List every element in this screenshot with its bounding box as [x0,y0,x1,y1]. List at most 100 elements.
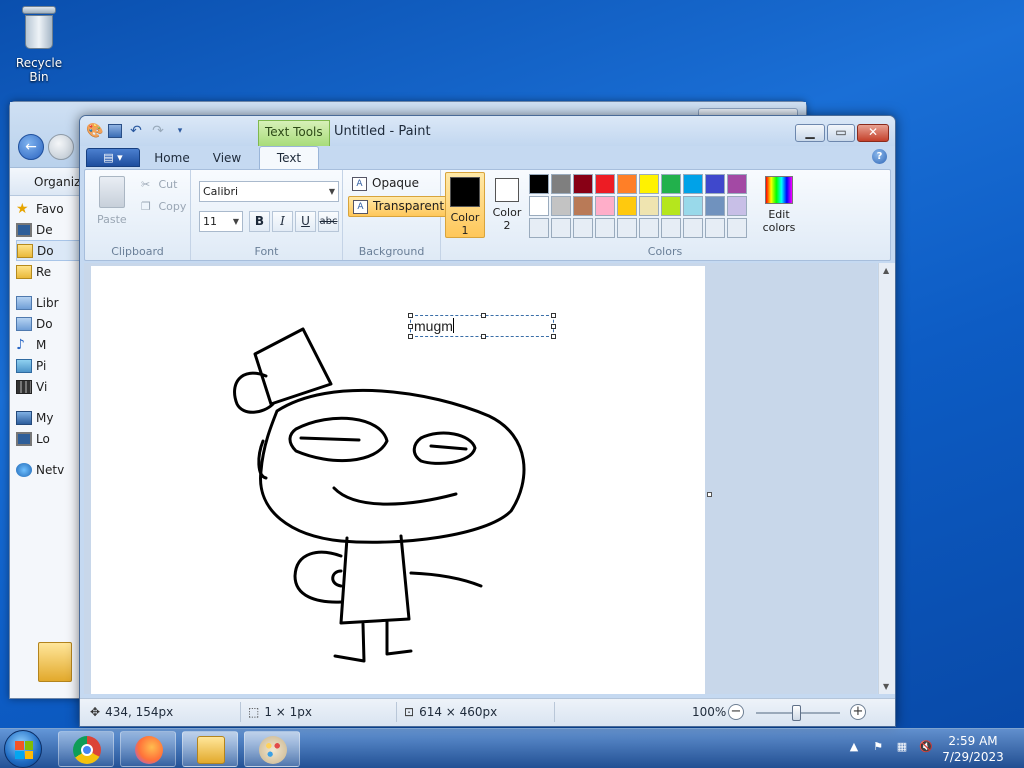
resize-handle-e[interactable] [551,324,556,329]
nav-item-recent[interactable]: Re [16,261,80,282]
network-status-icon[interactable]: ▦ [894,739,910,755]
nav-item-libraries[interactable]: Libr [16,292,80,313]
palette-color-swatch[interactable] [529,174,549,194]
show-hidden-icons-chevron-icon[interactable]: ▲ [846,739,862,755]
paste-button[interactable]: Paste [97,213,127,226]
resize-handle-sw[interactable] [408,334,413,339]
customize-toolbar-chevron-icon[interactable]: ▾ [172,123,188,139]
color1-button[interactable]: Color 1 [445,172,485,238]
recycle-bin-desktop-icon[interactable]: Recycle Bin [6,6,72,84]
palette-color-swatch[interactable] [705,174,725,194]
palette-color-swatch[interactable] [573,174,593,194]
palette-color-swatch[interactable] [639,196,659,216]
zoom-in-button[interactable]: + [850,704,866,720]
tab-text[interactable]: Text [259,146,319,170]
palette-color-swatch[interactable] [661,174,681,194]
help-icon[interactable]: ? [872,149,887,164]
save-icon[interactable] [108,124,122,138]
scroll-down-arrow-icon[interactable]: ▼ [883,682,889,691]
resize-handle-n[interactable] [481,313,486,318]
nav-item-documents[interactable]: Do [16,313,80,334]
palette-color-swatch[interactable] [727,196,747,216]
italic-button[interactable]: I [272,211,293,232]
palette-color-swatch[interactable] [551,174,571,194]
strikethrough-button[interactable]: abc [318,211,339,232]
palette-color-swatch[interactable] [573,218,593,238]
paint-menu-button[interactable]: ▤ ▾ [86,148,140,167]
resize-handle-s[interactable] [481,334,486,339]
resize-handle-nw[interactable] [408,313,413,318]
palette-color-swatch[interactable] [639,218,659,238]
taskbar-paint[interactable] [244,731,300,767]
palette-color-swatch[interactable] [683,196,703,216]
palette-color-swatch[interactable] [551,218,571,238]
tab-home[interactable]: Home [148,149,196,169]
palette-color-swatch[interactable] [551,196,571,216]
minimize-button[interactable]: ▁ [795,124,825,142]
palette-color-swatch[interactable] [705,218,725,238]
palette-color-swatch[interactable] [617,196,637,216]
palette-color-swatch[interactable] [529,218,549,238]
tab-view[interactable]: View [204,149,250,169]
taskbar-chrome[interactable] [58,731,114,767]
copy-button[interactable]: ❐ Copy [141,198,186,216]
palette-color-swatch[interactable] [617,218,637,238]
bold-button[interactable]: B [249,211,270,232]
opaque-option[interactable]: A Opaque [348,174,423,195]
palette-color-swatch[interactable] [617,174,637,194]
palette-color-swatch[interactable] [727,218,747,238]
color2-button[interactable]: Color 2 [487,172,527,238]
palette-color-swatch[interactable] [661,218,681,238]
palette-color-swatch[interactable] [595,218,615,238]
forward-arrow-icon[interactable] [48,134,74,160]
resize-handle-ne[interactable] [551,313,556,318]
paste-clipboard-icon[interactable] [99,176,125,208]
close-button[interactable]: ✕ [857,124,889,142]
transparent-option[interactable]: A Transparent [348,196,450,217]
edit-colors-button[interactable]: Edit colors [759,174,799,234]
font-size-dropdown[interactable]: 11 ▼ [199,211,243,232]
palette-color-swatch[interactable] [595,174,615,194]
redo-icon[interactable]: ↷ [150,123,166,139]
resize-handle-se[interactable] [551,334,556,339]
taskbar-explorer[interactable] [182,731,238,767]
action-center-flag-icon[interactable]: ⚑ [870,739,886,755]
nav-item-music[interactable]: ♪ M [16,334,80,355]
vertical-scrollbar[interactable]: ▲ ▼ [878,263,895,694]
palette-color-swatch[interactable] [705,196,725,216]
paint-app-icon[interactable]: 🎨 [86,123,103,139]
undo-icon[interactable]: ↶ [128,123,144,139]
palette-color-swatch[interactable] [529,196,549,216]
start-button[interactable] [4,730,42,768]
font-family-dropdown[interactable]: Calibri ▼ [199,181,339,202]
cut-button[interactable]: ✂ Cut [141,176,177,194]
palette-color-swatch[interactable] [683,218,703,238]
drawing-canvas[interactable]: mugm [91,266,705,694]
zoom-slider-thumb[interactable] [792,705,801,721]
text-input-box[interactable]: mugm [408,313,556,339]
back-arrow-icon[interactable]: ← [18,134,44,160]
nav-item-network[interactable]: Netv [16,459,80,480]
palette-color-swatch[interactable] [639,174,659,194]
nav-item-local-disk[interactable]: Lo [16,428,80,449]
canvas-resize-handle[interactable] [707,492,712,497]
palette-color-swatch[interactable] [595,196,615,216]
nav-item-pictures[interactable]: Pi [16,355,80,376]
palette-color-swatch[interactable] [683,174,703,194]
nav-item-favorites[interactable]: ★ Favo [16,198,80,219]
maximize-button[interactable]: ▭ [827,124,855,142]
nav-item-downloads[interactable]: Do [16,240,80,261]
palette-color-swatch[interactable] [727,174,747,194]
underline-button[interactable]: U [295,211,316,232]
palette-color-swatch[interactable] [573,196,593,216]
taskbar-firefox[interactable] [120,731,176,767]
nav-item-videos[interactable]: Vi [16,376,80,397]
palette-color-swatch[interactable] [661,196,681,216]
scroll-up-arrow-icon[interactable]: ▲ [883,266,889,275]
zoom-out-button[interactable]: − [728,704,744,720]
nav-item-computer[interactable]: My [16,407,80,428]
resize-handle-w[interactable] [408,324,413,329]
volume-muted-icon[interactable]: 🔇 [918,739,934,755]
system-clock[interactable]: 2:59 AM 7/29/2023 [936,733,1010,765]
nav-item-desktop[interactable]: De [16,219,80,240]
